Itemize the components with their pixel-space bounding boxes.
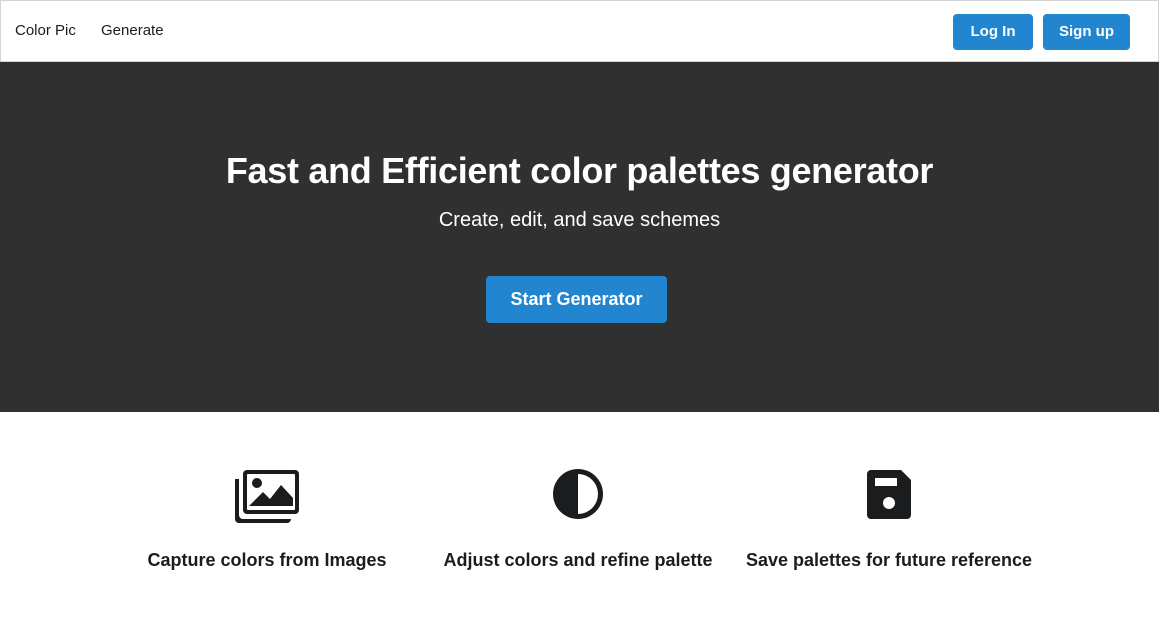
- hero-subtitle: Create, edit, and save schemes: [438, 209, 721, 231]
- images-icon: [235, 470, 299, 523]
- feature-capture-images: Capture colors from Images: [112, 465, 422, 570]
- nav-generate-link[interactable]: Generate: [101, 22, 164, 39]
- save-floppy-icon: [867, 470, 911, 519]
- top-navigation-bar: Color Pic Generate Log In Sign up: [0, 0, 1159, 62]
- feature-label: Capture colors from Images: [147, 550, 387, 570]
- feature-label: Save palettes for future reference: [745, 550, 1033, 570]
- hero-section: Fast and Efficient color palettes genera…: [0, 62, 1159, 412]
- signup-button[interactable]: Sign up: [1043, 14, 1130, 50]
- nav-brand-link[interactable]: Color Pic: [15, 22, 76, 39]
- feature-save-palettes: Save palettes for future reference: [734, 465, 1044, 570]
- adjust-contrast-icon: [553, 469, 603, 519]
- start-generator-button[interactable]: Start Generator: [486, 276, 667, 323]
- feature-adjust-colors: Adjust colors and refine palette: [423, 465, 733, 570]
- hero-title: Fast and Efficient color palettes genera…: [225, 150, 934, 191]
- feature-label: Adjust colors and refine palette: [443, 550, 713, 570]
- login-button[interactable]: Log In: [953, 14, 1033, 50]
